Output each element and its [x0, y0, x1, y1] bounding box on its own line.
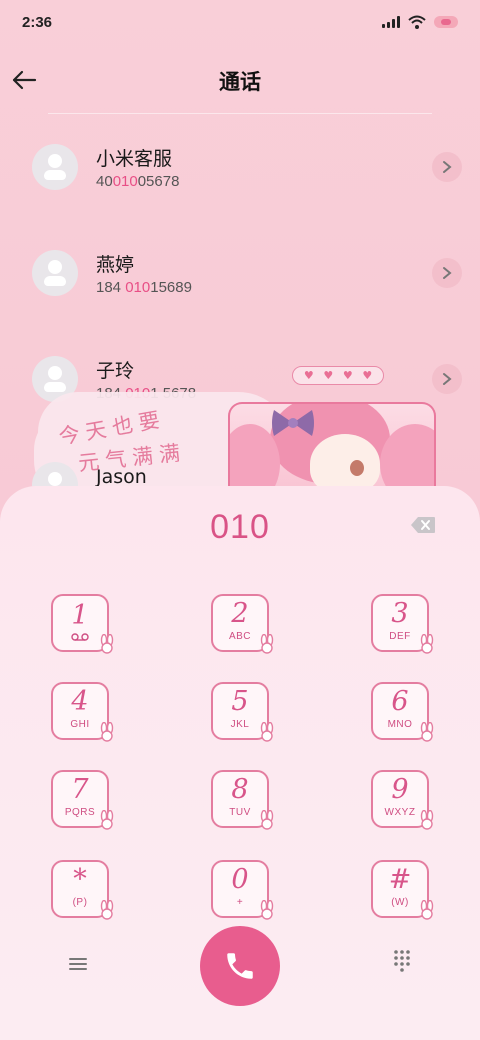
dial-input-display[interactable]: 010	[0, 508, 480, 547]
signal-icon	[382, 16, 400, 28]
heart-icon: ♥	[362, 369, 373, 382]
dial-key-9[interactable]: 9 WXYZ	[371, 770, 434, 830]
key-letters: MNO	[387, 719, 413, 730]
contact-details-button[interactable]	[432, 258, 462, 288]
contact-name: 小米客服	[96, 148, 173, 170]
contact-number: 4001005678	[96, 173, 180, 190]
dial-key-star[interactable]: * (P)	[51, 860, 114, 920]
contact-name: Jason	[96, 466, 147, 486]
contact-name: 燕婷	[96, 254, 135, 276]
key-digit: *	[73, 864, 87, 895]
contact-item[interactable]: 燕婷 184 01015689	[0, 234, 480, 314]
dial-key-1[interactable]: 1	[51, 594, 114, 654]
dial-key-4[interactable]: 4 GHI	[51, 682, 114, 742]
contact-number: 184 01015689	[96, 279, 192, 296]
bunny-icon	[420, 900, 434, 920]
voicemail-icon	[71, 632, 89, 641]
dial-key-6[interactable]: 6 MNO	[371, 682, 434, 742]
key-digit: #	[388, 864, 412, 895]
dial-key-2[interactable]: 2 ABC	[211, 594, 274, 654]
key-letters: (P)	[72, 897, 88, 908]
dial-key-0[interactable]: 0 +	[211, 860, 274, 920]
dial-key-3[interactable]: 3 DEF	[371, 594, 434, 654]
backspace-icon	[411, 517, 435, 533]
dialer-panel: 010 1 2 ABC 3 DEF 4 GHI 5 JKL 6 MNO 7 PQ…	[0, 486, 480, 1040]
page-title: 通话	[219, 70, 261, 94]
keypad-icon	[394, 950, 410, 972]
bunny-icon	[100, 900, 114, 920]
battery-icon	[434, 16, 458, 28]
key-letters: +	[236, 897, 244, 908]
backspace-button[interactable]	[410, 516, 440, 536]
menu-button[interactable]	[66, 952, 90, 976]
menu-icon	[69, 958, 87, 970]
key-digit: 7	[71, 774, 89, 805]
chevron-right-icon	[443, 267, 452, 279]
dial-key-hash[interactable]: # (W)	[371, 860, 434, 920]
contact-name: 子玲	[96, 360, 135, 382]
contact-details-button[interactable]	[432, 152, 462, 182]
key-digit: 4	[71, 686, 89, 717]
header-divider	[48, 113, 432, 114]
heart-icon: ♥	[323, 369, 334, 382]
key-digit: 2	[231, 598, 249, 629]
avatar	[32, 462, 78, 486]
hearts-decoration: ♥ ♥ ♥ ♥	[292, 366, 384, 385]
key-letters: (W)	[391, 897, 409, 908]
bunny-icon	[100, 810, 114, 830]
dial-key-5[interactable]: 5 JKL	[211, 682, 274, 742]
key-digit: 1	[71, 599, 89, 631]
phone-icon	[227, 953, 253, 979]
key-digit: 3	[391, 598, 409, 629]
avatar	[32, 250, 78, 296]
bunny-icon	[260, 810, 274, 830]
key-digit: 0	[231, 864, 249, 895]
key-letters: JKL	[230, 719, 250, 730]
bunny-icon	[420, 722, 434, 742]
key-letters: TUV	[229, 807, 251, 818]
key-digit: 5	[231, 686, 249, 717]
contact-item[interactable]: Jason	[0, 446, 480, 486]
contact-item[interactable]: 小米客服 4001005678	[0, 128, 480, 208]
bunny-icon	[260, 634, 274, 654]
call-button[interactable]	[200, 926, 280, 1006]
bunny-icon	[260, 900, 274, 920]
key-letters: ABC	[228, 631, 252, 642]
bunny-icon	[100, 722, 114, 742]
keypad-toggle-button[interactable]	[390, 948, 414, 972]
contact-details-button[interactable]	[432, 364, 462, 394]
key-letters: DEF	[389, 631, 411, 642]
chevron-right-icon	[443, 161, 452, 173]
header: 通话	[0, 54, 480, 106]
bottom-action-bar	[0, 918, 480, 1018]
status-time: 2:36	[22, 13, 53, 31]
key-letters: GHI	[70, 719, 90, 730]
bunny-icon	[260, 722, 274, 742]
key-digit: 9	[391, 774, 409, 805]
key-letters: PQRS	[64, 807, 96, 818]
bunny-icon	[420, 810, 434, 830]
ribbon-icon	[272, 410, 314, 436]
status-bar: 2:36	[0, 0, 480, 44]
heart-icon: ♥	[303, 369, 314, 382]
bunny-icon	[420, 634, 434, 654]
heart-icon: ♥	[342, 369, 353, 382]
key-digit: 8	[231, 774, 249, 805]
dial-key-8[interactable]: 8 TUV	[211, 770, 274, 830]
wifi-icon	[408, 15, 426, 29]
key-letters: WXYZ	[384, 807, 416, 818]
dial-key-7[interactable]: 7 PQRS	[51, 770, 114, 830]
avatar	[32, 144, 78, 190]
chevron-right-icon	[443, 373, 452, 385]
bunny-icon	[100, 634, 114, 654]
status-icons	[382, 15, 458, 29]
key-digit: 6	[391, 686, 409, 717]
